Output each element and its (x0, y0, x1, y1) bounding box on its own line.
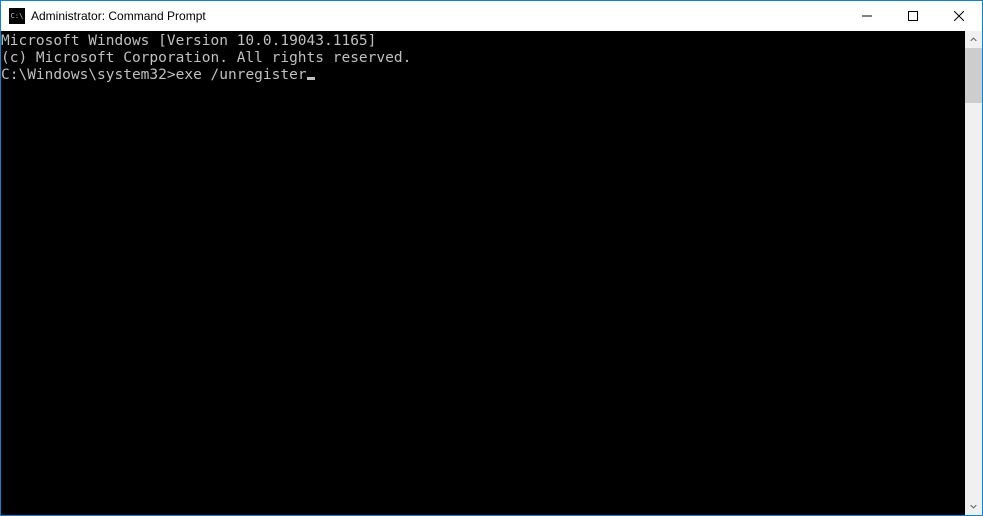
prompt-path: C:\Windows\system32> (1, 67, 176, 83)
window-controls (844, 1, 982, 31)
cursor-icon (307, 77, 315, 80)
minimize-button[interactable] (844, 1, 890, 31)
close-button[interactable] (936, 1, 982, 31)
scroll-up-button[interactable] (965, 31, 982, 48)
console-body: Microsoft Windows [Version 10.0.19043.11… (1, 31, 982, 515)
titlebar[interactable]: Administrator: Command Prompt (1, 1, 982, 31)
version-line: Microsoft Windows [Version 10.0.19043.11… (1, 33, 965, 50)
cmd-icon (9, 8, 25, 24)
chevron-up-icon (970, 36, 977, 43)
scroll-down-button[interactable] (965, 498, 982, 515)
chevron-down-icon (970, 503, 977, 510)
maximize-button[interactable] (890, 1, 936, 31)
scrollbar-track[interactable] (965, 48, 982, 498)
window-title: Administrator: Command Prompt (31, 9, 844, 23)
minimize-icon (862, 11, 872, 21)
close-icon (954, 11, 964, 21)
scrollbar-thumb[interactable] (965, 48, 982, 103)
vertical-scrollbar[interactable] (965, 31, 982, 515)
maximize-icon (908, 11, 918, 21)
copyright-line: (c) Microsoft Corporation. All rights re… (1, 50, 965, 67)
command-prompt-window: Administrator: Command Prompt Microsoft … (0, 0, 983, 516)
prompt-line: C:\Windows\system32>exe /unregister (1, 67, 965, 84)
console-output[interactable]: Microsoft Windows [Version 10.0.19043.11… (1, 31, 965, 515)
typed-command: exe /unregister (176, 67, 307, 83)
